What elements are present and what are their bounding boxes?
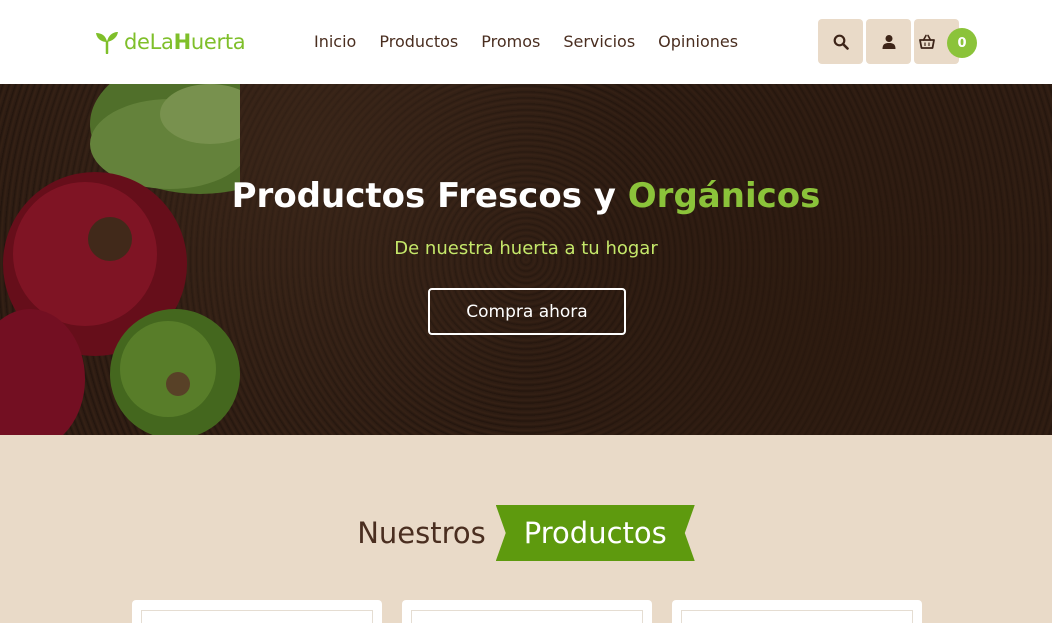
hero-subtitle: De nuestra huerta a tu hogar	[394, 238, 658, 259]
product-card-frame	[411, 610, 643, 623]
section-title-ribbon: Productos	[495, 505, 695, 561]
brand-bold: H	[173, 30, 192, 54]
shop-now-button[interactable]: Compra ahora	[428, 288, 626, 335]
user-icon	[882, 34, 895, 49]
hero-title: Productos Frescos y Orgánicos	[0, 174, 1052, 218]
product-card[interactable]	[672, 600, 922, 623]
hero-title-accent: Orgánicos	[627, 176, 821, 216]
account-button[interactable]	[866, 19, 911, 64]
nav-item-opiniones[interactable]: Opiniones	[658, 30, 738, 54]
nav-item-productos[interactable]: Productos	[379, 30, 458, 54]
main-nav: Inicio Productos Promos Servicios Opinio…	[314, 30, 738, 54]
brand-prefix: deLa	[124, 30, 174, 54]
nav-item-promos[interactable]: Promos	[481, 30, 540, 54]
hero-title-plain: Productos Frescos y	[231, 176, 628, 216]
nav-item-inicio[interactable]: Inicio	[314, 30, 356, 54]
search-button[interactable]	[818, 19, 863, 64]
cart-count-badge: 0	[947, 28, 977, 58]
site-header: deLa Huerta Inicio Productos Promos Servi…	[0, 0, 1052, 84]
sprout-icon	[96, 32, 118, 54]
nav-item-servicios[interactable]: Servicios	[563, 30, 635, 54]
product-card-frame	[141, 610, 373, 623]
brand-suffix: uerta	[190, 30, 246, 54]
product-card-frame	[681, 610, 913, 623]
brand-logo[interactable]: deLa Huerta	[94, 27, 246, 57]
products-section-title: Nuestros Productos	[0, 505, 1052, 561]
product-card[interactable]	[402, 600, 652, 623]
basket-icon	[918, 34, 935, 49]
hero-banner: Productos Frescos y Orgánicos De nuestra…	[0, 84, 1052, 435]
section-title-plain: Nuestros	[357, 516, 486, 550]
search-icon	[833, 34, 849, 50]
product-card[interactable]	[132, 600, 382, 623]
